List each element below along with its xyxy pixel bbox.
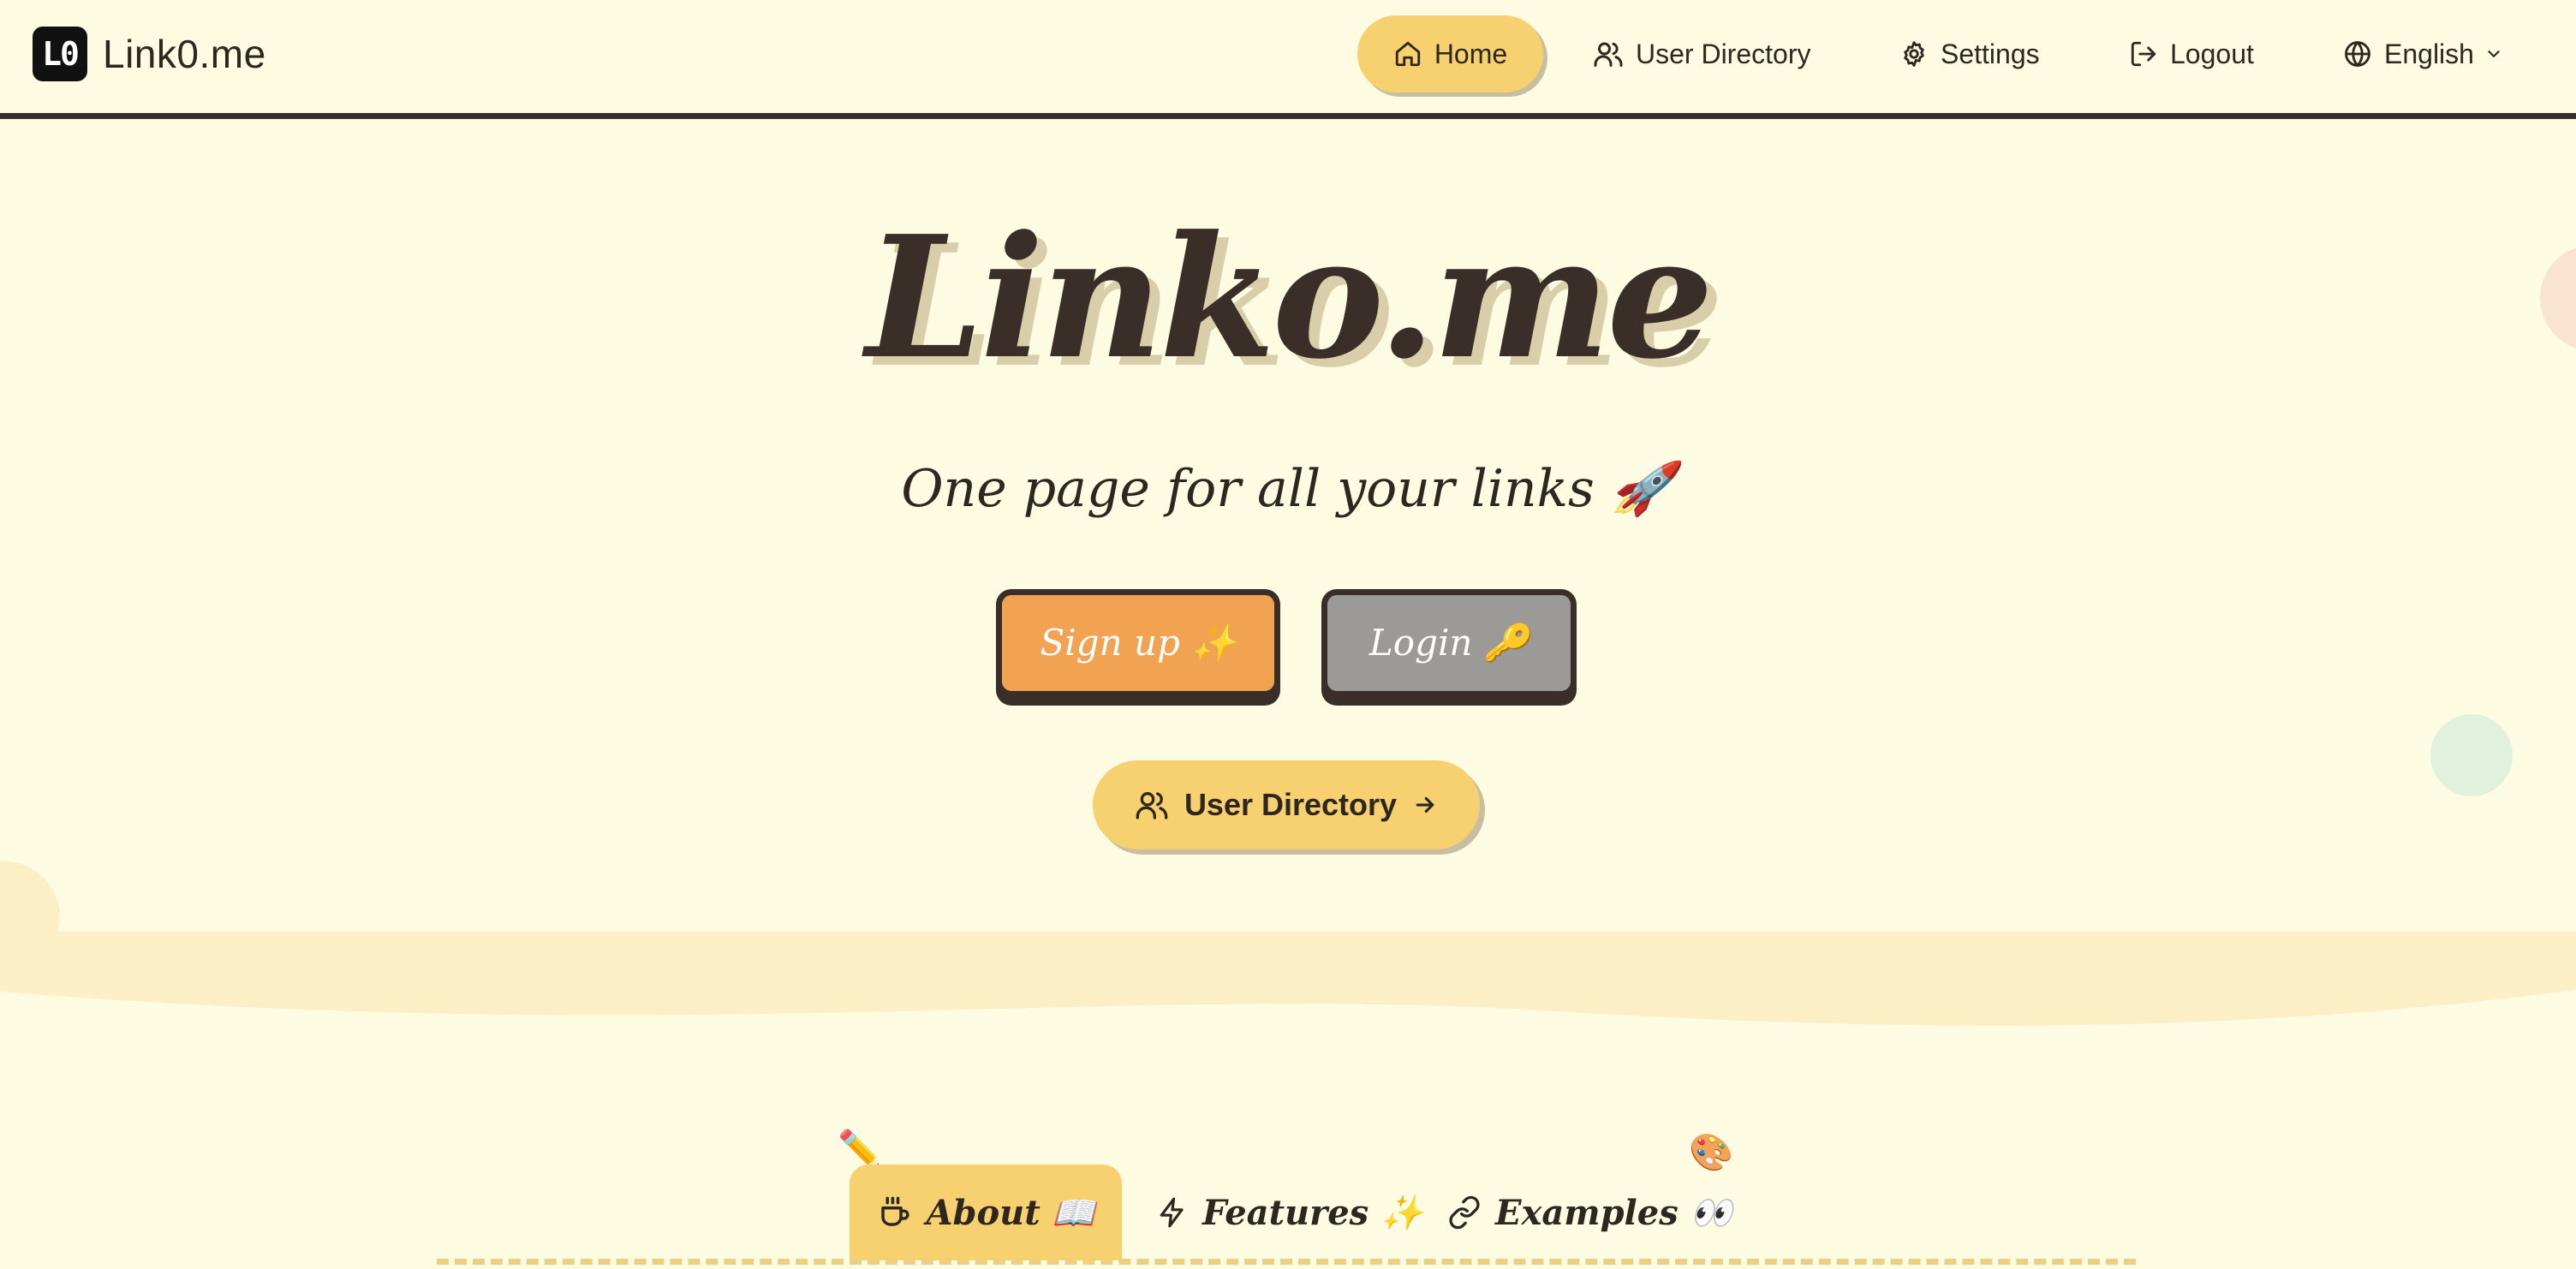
arrow-right-icon [1416,796,1434,813]
nav-user-directory-label: User Directory [1636,38,1811,69]
hero-title: Linko.me [865,200,1714,396]
nav-logout[interactable]: Logout [2129,15,2254,92]
tab-features-label: Features ✨ [1202,1192,1423,1233]
nav-settings[interactable]: Settings [1899,15,2040,92]
coffee-cup-icon [880,1196,909,1226]
hero-subtitle: One page for all your links 🚀 [901,459,1675,519]
brand-link[interactable]: L0 Link0.me [33,27,266,81]
signup-button[interactable]: Sign up ✨ [996,589,1280,697]
nav-home[interactable]: Home [1357,15,1543,92]
wave-divider [0,932,2576,1026]
users-icon [1136,792,1168,819]
tab-about[interactable]: About 📖 [850,1165,1122,1260]
login-button[interactable]: Login 🔑 [1321,589,1577,697]
language-selector[interactable]: English [2343,15,2503,92]
tab-examples-label: Examples 👀 [1495,1192,1733,1233]
user-directory-button-label: User Directory [1184,787,1398,822]
info-tabs: ✏️ 🎨 About 📖 Features ✨ Examples 👀 [0,1113,2576,1269]
lightning-icon [1160,1197,1184,1228]
tab-about-label: About 📖 [926,1192,1095,1233]
users-icon [1594,42,1623,67]
globe-icon [2345,41,2370,67]
chevron-down-icon [2488,51,2500,57]
nav-home-label: Home [1434,38,1508,69]
decorative-circle-green [2430,714,2513,796]
gear-icon [1904,41,1924,67]
brand-name: Link0.me [103,32,266,76]
tabs-dashed-divider [437,1259,2136,1265]
user-directory-button[interactable]: User Directory [1093,760,1480,849]
logout-icon [2131,41,2156,67]
top-navbar: L0 Link0.me Home User Directory Settings… [0,0,2576,119]
nav-settings-label: Settings [1941,38,2040,69]
link-icon [1449,1195,1480,1230]
tab-features[interactable]: Features ✨ [1156,1165,1423,1260]
language-selector-label: English [2384,38,2474,69]
home-icon [1395,41,1420,67]
brand-logo: L0 [33,27,87,81]
nav-logout-label: Logout [2170,38,2254,69]
nav-user-directory[interactable]: User Directory [1593,15,1810,92]
tab-examples[interactable]: Examples 👀 [1447,1165,1732,1260]
